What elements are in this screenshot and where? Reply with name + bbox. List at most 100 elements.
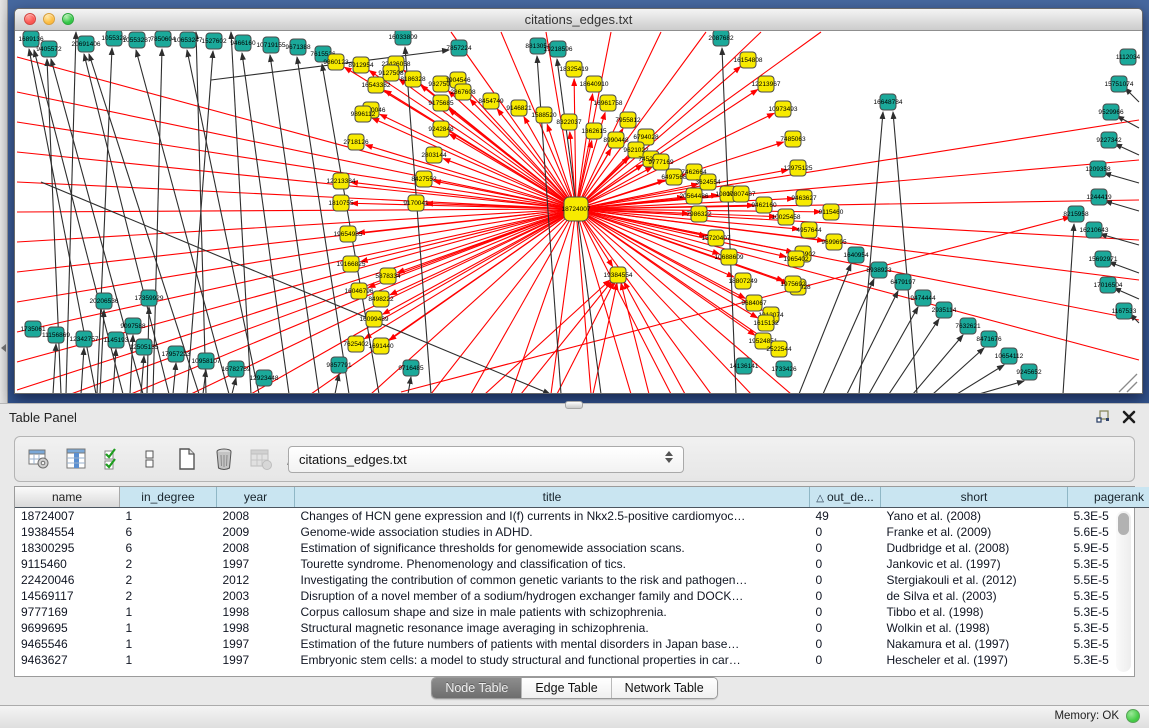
graph-node[interactable]: 1112034 bbox=[1116, 49, 1141, 65]
rows-icon[interactable] bbox=[138, 446, 162, 472]
graph-node[interactable]: 1689136 bbox=[18, 31, 44, 47]
table-row[interactable]: 969969511998Structural magnetic resonanc… bbox=[15, 620, 1149, 636]
float-panel-icon[interactable] bbox=[1095, 409, 1111, 425]
resize-grip-icon[interactable] bbox=[1119, 374, 1137, 392]
table-cell: 0 bbox=[810, 636, 881, 652]
table-row[interactable]: 977716911998Corpus callosum shape and si… bbox=[15, 604, 1149, 620]
graph-node[interactable]: 17016504 bbox=[1094, 277, 1123, 293]
table-row[interactable]: 911546021997Tourette syndrome. Phenomeno… bbox=[15, 556, 1149, 572]
column-header-title[interactable]: title bbox=[295, 487, 810, 508]
graph-node[interactable]: 2935114 bbox=[932, 302, 957, 318]
table-row[interactable]: 2242004622012Investigating the contribut… bbox=[15, 572, 1149, 588]
import-table-icon[interactable] bbox=[249, 446, 273, 472]
graph-node[interactable]: 2087682 bbox=[708, 31, 734, 46]
network-canvas[interactable]: 1689136940557220691406105532810553287785… bbox=[15, 31, 1142, 393]
table-row[interactable]: 1872400712008Changes of HCN gene express… bbox=[15, 508, 1149, 525]
graph-node[interactable]: 1209358 bbox=[1085, 161, 1111, 177]
graph-node[interactable]: 9474444 bbox=[910, 290, 936, 306]
graph-node[interactable]: 4957644 bbox=[796, 222, 822, 238]
graph-node[interactable]: 7485063 bbox=[780, 131, 806, 147]
graph-node[interactable]: 9115460 bbox=[819, 204, 844, 220]
graph-node[interactable]: 16648784 bbox=[874, 94, 903, 110]
graph-node[interactable]: 10973493 bbox=[769, 101, 798, 117]
tab-edge-table[interactable]: Edge Table bbox=[522, 678, 611, 698]
svg-text:9671388: 9671388 bbox=[285, 44, 311, 51]
column-header-pagerank[interactable]: pagerank bbox=[1068, 487, 1149, 508]
graph-node[interactable]: 19654985 bbox=[334, 226, 363, 242]
tab-node-table[interactable]: Node Table bbox=[432, 678, 522, 698]
graph-node[interactable]: 1527602 bbox=[201, 33, 227, 49]
graph-node[interactable]: 1733426 bbox=[771, 361, 797, 377]
graph-node[interactable]: 9146821 bbox=[506, 100, 532, 116]
column-header-name[interactable]: name bbox=[15, 487, 120, 508]
graph-node[interactable]: 12975125 bbox=[784, 160, 813, 176]
graph-node[interactable]: 9097588 bbox=[120, 318, 146, 334]
graph-node[interactable]: 9857791 bbox=[326, 357, 352, 373]
table-row[interactable]: 946554611997Estimation of the future num… bbox=[15, 636, 1149, 652]
graph-node[interactable]: 16782759 bbox=[222, 361, 251, 377]
graph-node[interactable]: 11156869 bbox=[42, 327, 70, 343]
graph-node[interactable]: 9671388 bbox=[285, 39, 311, 55]
table-settings-icon[interactable] bbox=[27, 446, 51, 472]
graph-node[interactable]: 18724007 bbox=[562, 197, 591, 221]
table-row[interactable]: 1938455462009Genome-wide association stu… bbox=[15, 524, 1149, 540]
graph-node[interactable]: 9716485 bbox=[398, 360, 424, 376]
graph-node[interactable]: 7632621 bbox=[955, 318, 981, 334]
column-header-out_de[interactable]: △out_de... bbox=[810, 487, 881, 508]
graph-node[interactable]: 10719155 bbox=[257, 37, 286, 53]
graph-node[interactable]: 16033809 bbox=[389, 31, 418, 45]
delete-icon[interactable] bbox=[212, 446, 236, 472]
column-header-year[interactable]: year bbox=[217, 487, 295, 508]
close-panel-icon[interactable] bbox=[1121, 409, 1137, 425]
cytoscape-screen: citations_edges.txt 16891369405572206914… bbox=[0, 0, 1149, 727]
graph-node[interactable]: 18325419 bbox=[560, 61, 589, 77]
graph-edge bbox=[17, 152, 576, 209]
graph-node[interactable]: 10653247 bbox=[174, 32, 203, 48]
graph-node[interactable]: 7850604 bbox=[150, 31, 176, 47]
graph-node[interactable]: 18640910 bbox=[580, 76, 609, 92]
graph-node[interactable]: 8990448 bbox=[603, 132, 629, 148]
svg-text:8215958: 8215958 bbox=[1063, 211, 1089, 218]
table-scrollbar[interactable] bbox=[1116, 511, 1131, 672]
graph-node[interactable]: 14136141 bbox=[730, 358, 759, 374]
graph-node[interactable]: 10553287 bbox=[123, 32, 152, 48]
tab-network-table[interactable]: Network Table bbox=[612, 678, 717, 698]
table-row[interactable]: 1456911722003Disruption of a novel membe… bbox=[15, 588, 1149, 604]
table-row[interactable]: 1830029562008Estimation of significance … bbox=[15, 540, 1149, 556]
graph-node[interactable]: 20206536 bbox=[90, 293, 119, 309]
graph-node[interactable]: 1588520 bbox=[531, 107, 557, 123]
graph-node[interactable]: 9699695 bbox=[821, 234, 847, 250]
select-all-icon[interactable] bbox=[101, 446, 125, 472]
graph-node[interactable]: 8215958 bbox=[1063, 206, 1089, 222]
graph-node[interactable]: 8471676 bbox=[976, 331, 1002, 347]
column-header-short[interactable]: short bbox=[881, 487, 1068, 508]
graph-node[interactable]: 10654112 bbox=[995, 348, 1024, 364]
table-select-combobox[interactable]: citations_edges.txt bbox=[288, 446, 684, 473]
graph-node[interactable]: 9466160 bbox=[230, 35, 256, 51]
graph-node[interactable]: 1244419 bbox=[1086, 189, 1112, 205]
graph-node[interactable]: 17359929 bbox=[135, 290, 164, 306]
graph-node[interactable]: 9245652 bbox=[1016, 364, 1042, 380]
table-scrollbar-thumb[interactable] bbox=[1118, 513, 1129, 535]
graph-node[interactable]: 7857224 bbox=[446, 40, 472, 56]
graph-node[interactable]: 12342757 bbox=[70, 331, 99, 347]
graph-node[interactable]: 9405572 bbox=[36, 41, 62, 57]
resize-grip-icon[interactable] bbox=[1127, 382, 1137, 392]
window-titlebar[interactable]: citations_edges.txt bbox=[15, 9, 1142, 31]
graph-node[interactable]: 9463627 bbox=[791, 190, 817, 206]
left-collapsed-panel[interactable] bbox=[0, 0, 8, 403]
graph-node[interactable]: 15751074 bbox=[1105, 76, 1134, 92]
column-header-in_degree[interactable]: in_degree bbox=[120, 487, 217, 508]
graph-node[interactable]: 15692971 bbox=[1089, 251, 1118, 267]
graph-node[interactable]: 2718126 bbox=[343, 134, 369, 150]
graph-node[interactable]: 18807249 bbox=[729, 273, 758, 289]
table-column-icon[interactable] bbox=[64, 446, 88, 472]
graph-node[interactable]: 6479197 bbox=[890, 274, 916, 290]
new-document-icon[interactable] bbox=[175, 446, 199, 472]
graph-node[interactable]: 9170041 bbox=[403, 195, 429, 211]
graph-node[interactable]: 10688609 bbox=[715, 249, 744, 265]
graph-node[interactable]: 19166825 bbox=[337, 256, 366, 272]
graph-node[interactable]: 1640954 bbox=[843, 247, 869, 263]
table-row[interactable]: 946362711997Embryonic stem cells: a mode… bbox=[15, 652, 1149, 668]
svg-text:17359929: 17359929 bbox=[135, 295, 164, 302]
